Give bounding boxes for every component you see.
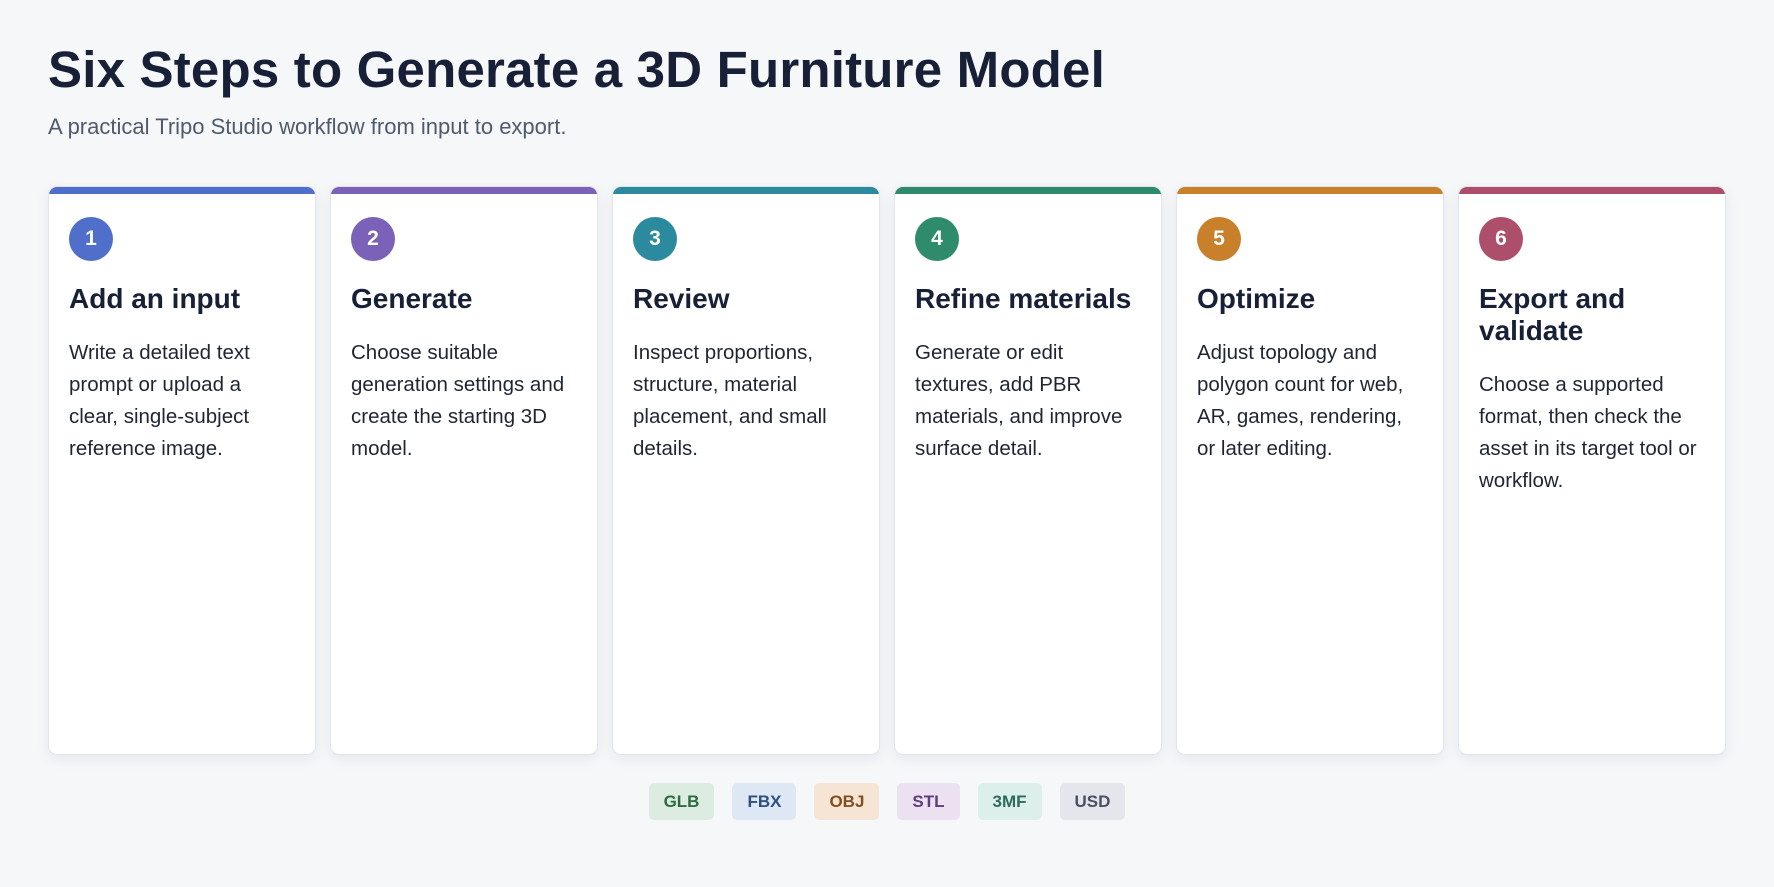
step-card-4: 4 Refine materials Generate or edit text… xyxy=(894,186,1162,755)
step-title: Generate xyxy=(351,283,473,314)
step-card-3: 3 Review Inspect proportions, structure,… xyxy=(612,186,880,755)
step-title: Review xyxy=(633,283,730,314)
format-badge-usd: USD xyxy=(1059,783,1126,820)
step-number-badge: 4 xyxy=(915,217,959,261)
step-number-badge: 3 xyxy=(633,217,677,261)
page-subtitle: A practical Tripo Studio workflow from i… xyxy=(48,114,567,139)
step-description: Choose a supported format, then check th… xyxy=(1479,373,1697,492)
format-badge-fbx: FBX xyxy=(732,783,797,820)
step-description: Choose suitable generation settings and … xyxy=(351,341,565,460)
step-number-badge: 1 xyxy=(69,217,113,261)
step-card-5: 5 Optimize Adjust topology and polygon c… xyxy=(1176,186,1444,755)
step-title: Optimize xyxy=(1197,283,1316,314)
step-card-6: 6 Export and validate Choose a supported… xyxy=(1458,186,1726,755)
step-title: Refine materials xyxy=(915,283,1132,314)
export-formats: GLB FBX OBJ STL 3MF USD xyxy=(0,783,1774,820)
step-number-badge: 6 xyxy=(1479,217,1523,261)
step-description: Write a detailed text prompt or upload a… xyxy=(69,341,250,460)
steps-row: 1 Add an input Write a detailed text pro… xyxy=(48,186,1726,755)
format-badge-stl: STL xyxy=(897,783,960,820)
step-accent-bar xyxy=(331,187,597,194)
step-title: Export and validate xyxy=(1479,283,1626,346)
step-card-2: 2 Generate Choose suitable generation se… xyxy=(330,186,598,755)
step-accent-bar xyxy=(1177,187,1443,194)
format-badge-3mf: 3MF xyxy=(977,783,1042,820)
step-number-badge: 5 xyxy=(1197,217,1241,261)
step-accent-bar xyxy=(895,187,1161,194)
step-accent-bar xyxy=(1459,187,1725,194)
step-card-1: 1 Add an input Write a detailed text pro… xyxy=(48,186,316,755)
step-accent-bar xyxy=(613,187,879,194)
step-number-badge: 2 xyxy=(351,217,395,261)
format-badge-obj: OBJ xyxy=(814,783,880,820)
step-accent-bar xyxy=(49,187,315,194)
page-title: Six Steps to Generate a 3D Furniture Mod… xyxy=(48,41,1105,98)
format-badge-glb: GLB xyxy=(648,783,715,820)
step-description: Adjust topology and polygon count for we… xyxy=(1197,341,1404,460)
step-title: Add an input xyxy=(69,283,241,314)
step-description: Generate or edit textures, add PBR mater… xyxy=(915,341,1123,460)
step-description: Inspect proportions, structure, material… xyxy=(633,341,827,460)
